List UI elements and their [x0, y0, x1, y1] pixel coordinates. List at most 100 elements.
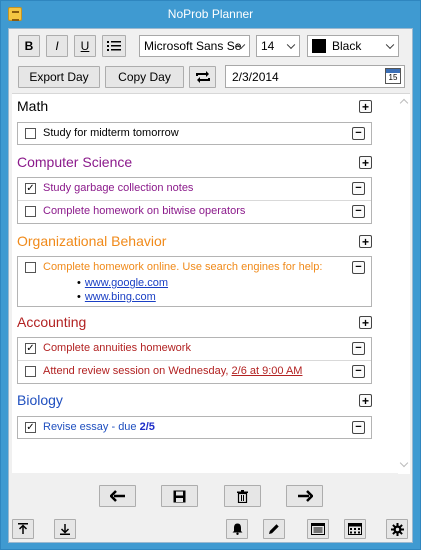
bullet-list-button[interactable] — [102, 35, 126, 57]
calendar-view-button[interactable] — [344, 519, 366, 539]
pencil-icon — [269, 524, 279, 534]
task-date-time: 2/6 at 9:00 AM — [231, 365, 303, 377]
category-title-biology: Biology — [17, 392, 63, 408]
repeat-icon — [195, 71, 210, 83]
task-row: Complete homework on bitwise operators − — [18, 200, 371, 223]
task-checkbox[interactable] — [25, 262, 36, 273]
reminder-button[interactable] — [226, 519, 248, 539]
task-due-date: 2/5 — [139, 421, 155, 433]
arrow-down-to-line-icon — [60, 524, 70, 535]
arrow-left-icon — [109, 490, 125, 502]
task-checkbox[interactable] — [25, 206, 36, 217]
copy-day-button[interactable]: Copy Day — [105, 66, 184, 88]
chevron-down-icon — [385, 40, 395, 50]
task-text[interactable]: Complete homework online. Use search eng… — [43, 261, 322, 273]
task-row: Complete homework online. Use search eng… — [18, 257, 371, 306]
next-day-button[interactable] — [286, 485, 323, 507]
window-title: NoProb Planner — [167, 7, 254, 21]
task-text[interactable]: Study for midterm tomorrow — [43, 127, 179, 139]
category-box-biology: ✓ Revise essay - due 2/5 − — [17, 416, 372, 439]
list-item: • www.google.com — [77, 277, 169, 289]
move-to-top-button[interactable] — [12, 519, 34, 539]
category-box-computer-science: ✓ Study garbage collection notes − Compl… — [17, 177, 372, 224]
task-text-prefix: Attend review session on Wednesday, — [43, 365, 232, 377]
export-day-button[interactable]: Export Day — [18, 66, 100, 88]
font-size-select[interactable]: 14 — [256, 35, 300, 57]
task-row: ✓ Revise essay - due 2/5 − — [18, 417, 371, 438]
category-box-math: Study for midterm tomorrow − — [17, 122, 372, 145]
app-window: NoProb Planner B I U Microsoft Sans Se 1… — [0, 0, 421, 550]
remove-task-button[interactable]: − — [352, 342, 365, 355]
save-button[interactable] — [161, 485, 198, 507]
task-text[interactable]: Complete annuities homework — [43, 342, 191, 354]
add-task-button[interactable]: + — [359, 235, 372, 248]
text-color-value: Black — [332, 39, 362, 53]
task-checkbox[interactable] — [25, 128, 36, 139]
floppy-disk-icon — [173, 490, 186, 502]
remove-task-button[interactable]: − — [352, 205, 365, 218]
date-value: 2/3/2014 — [232, 69, 279, 84]
scroll-up-arrow-icon[interactable] — [399, 98, 409, 108]
category-title-accounting: Accounting — [17, 314, 87, 330]
notes-button[interactable] — [307, 519, 329, 539]
category-title-organizational-behavior: Organizational Behavior — [17, 233, 167, 249]
task-checkbox[interactable]: ✓ — [25, 343, 36, 354]
remove-task-button[interactable]: − — [352, 261, 365, 274]
add-task-button[interactable]: + — [359, 394, 372, 407]
font-family-value: Microsoft Sans Se — [144, 39, 242, 53]
task-row: Study for midterm tomorrow − — [18, 123, 371, 144]
task-checkbox[interactable]: ✓ — [25, 183, 36, 194]
add-task-button[interactable]: + — [359, 100, 372, 113]
add-task-button[interactable]: + — [359, 156, 372, 169]
repeat-button[interactable] — [189, 66, 216, 88]
category-title-math: Math — [17, 98, 49, 114]
category-box-accounting: ✓ Complete annuities homework − Attend r… — [17, 337, 372, 384]
font-family-select[interactable]: Microsoft Sans Se — [139, 35, 250, 57]
calendar-grid-icon — [348, 523, 362, 535]
arrow-right-icon — [297, 490, 313, 502]
calendar-day: 15 — [388, 73, 398, 82]
remove-task-button[interactable]: − — [352, 421, 365, 434]
underline-button[interactable]: U — [74, 35, 96, 57]
calendar-icon[interactable]: 15 — [385, 68, 401, 84]
font-size-value: 14 — [261, 39, 275, 53]
remove-task-button[interactable]: − — [352, 182, 365, 195]
remove-task-button[interactable]: − — [352, 365, 365, 378]
task-checkbox[interactable] — [25, 366, 36, 377]
task-text[interactable]: Study garbage collection notes — [43, 182, 193, 194]
chevron-down-icon — [286, 40, 296, 50]
task-text[interactable]: Revise essay - due 2/5 — [43, 421, 155, 433]
category-title-computer-science: Computer Science — [17, 154, 133, 170]
text-color-select[interactable]: Black — [307, 35, 399, 57]
google-link[interactable]: www.google.com — [85, 277, 168, 289]
remove-task-button[interactable]: − — [352, 127, 365, 140]
move-to-bottom-button[interactable] — [54, 519, 76, 539]
title-bar[interactable]: NoProb Planner — [1, 1, 420, 27]
color-swatch — [312, 39, 326, 53]
main-client-area: B I U Microsoft Sans Se 14 Black Export … — [8, 28, 413, 543]
italic-button[interactable]: I — [46, 35, 68, 57]
task-text[interactable]: Complete homework on bitwise operators — [43, 205, 245, 217]
task-text[interactable]: Attend review session on Wednesday, 2/6 … — [43, 365, 302, 377]
bell-icon — [232, 523, 242, 535]
trash-icon — [237, 489, 248, 503]
edit-button[interactable] — [263, 519, 285, 539]
category-box-organizational-behavior: Complete homework online. Use search eng… — [17, 256, 372, 307]
task-panel[interactable]: Math + Study for midterm tomorrow − Comp… — [12, 93, 410, 474]
vertical-scrollbar[interactable] — [398, 94, 410, 474]
settings-button[interactable] — [386, 519, 408, 539]
bing-link[interactable]: www.bing.com — [85, 291, 156, 303]
task-checkbox[interactable]: ✓ — [25, 422, 36, 433]
add-task-button[interactable]: + — [359, 316, 372, 329]
task-row: ✓ Complete annuities homework − — [18, 338, 371, 360]
delete-day-button[interactable] — [224, 485, 261, 507]
task-text-prefix: Revise essay - due — [43, 421, 140, 433]
scroll-down-arrow-icon[interactable] — [399, 458, 409, 468]
date-picker[interactable]: 2/3/2014 15 — [225, 65, 405, 88]
task-row: ✓ Study garbage collection notes − — [18, 178, 371, 200]
task-row: Attend review session on Wednesday, 2/6 … — [18, 360, 371, 383]
link-list: • www.google.com • www.bing.com — [77, 277, 168, 305]
bullet-list-icon — [107, 41, 121, 51]
bold-button[interactable]: B — [18, 35, 40, 57]
previous-day-button[interactable] — [99, 485, 136, 507]
